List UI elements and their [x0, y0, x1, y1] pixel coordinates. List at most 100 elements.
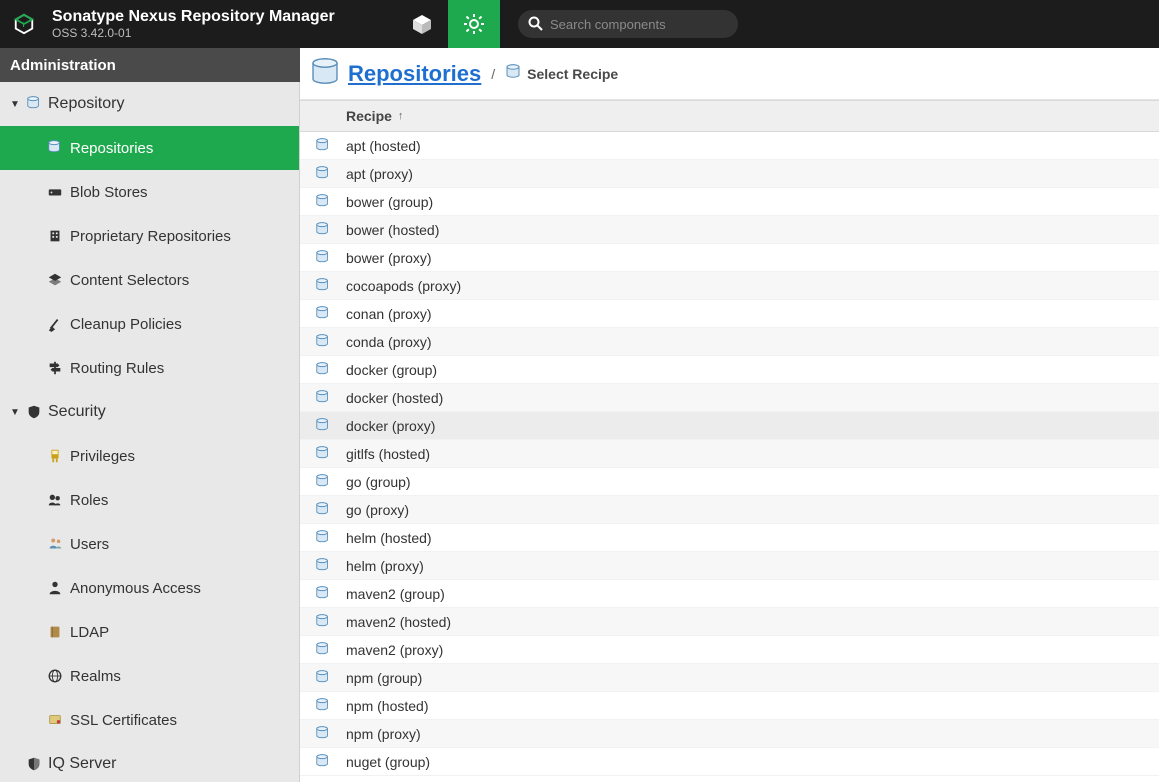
recipe-row[interactable]: gitlfs (hosted): [300, 440, 1159, 468]
browse-mode-button[interactable]: [396, 0, 448, 48]
sidebar-section-iq-server[interactable]: IQ Server: [0, 742, 299, 782]
recipe-row[interactable]: maven2 (group): [300, 580, 1159, 608]
recipe-name: go (group): [346, 474, 411, 490]
search-input[interactable]: [550, 17, 720, 32]
recipe-row[interactable]: docker (hosted): [300, 384, 1159, 412]
recipe-name: npm (proxy): [346, 726, 421, 742]
database-icon: [315, 362, 331, 378]
person-icon: [47, 580, 63, 596]
recipe-row[interactable]: maven2 (proxy): [300, 636, 1159, 664]
sidebar-section-label: Repository: [48, 95, 124, 113]
recipe-row[interactable]: docker (group): [300, 356, 1159, 384]
recipe-row[interactable]: go (proxy): [300, 496, 1159, 524]
recipe-grid: apt (hosted) apt (proxy) bower (group) bowe…: [300, 132, 1159, 782]
sidebar-item-label: Blob Stores: [70, 184, 148, 201]
chevron-down-icon: ▼: [8, 99, 22, 110]
sidebar-item-repositories[interactable]: Repositories: [0, 126, 299, 170]
sidebar-item-label: Realms: [70, 668, 121, 685]
product-title: Sonatype Nexus Repository Manager: [52, 8, 380, 26]
hexagon-logo-icon: [13, 13, 35, 35]
database-icon: [26, 96, 42, 112]
sidebar-item-label: Content Selectors: [70, 272, 189, 289]
sidebar-item-content-selectors[interactable]: Content Selectors: [0, 258, 299, 302]
cube-icon: [411, 13, 433, 35]
sidebar-item-proprietary-repositories[interactable]: Proprietary Repositories: [0, 214, 299, 258]
sidebar-item-blob-stores[interactable]: Blob Stores: [0, 170, 299, 214]
recipe-row[interactable]: npm (hosted): [300, 692, 1159, 720]
chevron-down-icon: ▼: [8, 407, 22, 418]
page-title-link[interactable]: Repositories: [348, 61, 481, 87]
recipe-row[interactable]: maven2 (hosted): [300, 608, 1159, 636]
broom-icon: [47, 316, 63, 332]
sidebar-item-privileges[interactable]: Privileges: [0, 434, 299, 478]
recipe-name: docker (group): [346, 362, 437, 378]
sidebar-item-label: Anonymous Access: [70, 580, 201, 597]
sidebar-section-security[interactable]: ▼Security: [0, 390, 299, 434]
book-icon: [47, 624, 63, 640]
sidebar-item-routing-rules[interactable]: Routing Rules: [0, 346, 299, 390]
recipe-name: go (proxy): [346, 502, 409, 518]
database-icon: [315, 530, 331, 546]
recipe-name: apt (hosted): [346, 138, 421, 154]
sidebar-item-label: Cleanup Policies: [70, 316, 182, 333]
database-icon: [315, 334, 331, 350]
recipe-row[interactable]: bower (hosted): [300, 216, 1159, 244]
recipe-row[interactable]: apt (hosted): [300, 132, 1159, 160]
recipe-name: npm (hosted): [346, 698, 428, 714]
sidebar-section-label: IQ Server: [48, 755, 116, 773]
recipe-row[interactable]: npm (proxy): [300, 720, 1159, 748]
sidebar-item-ssl-certificates[interactable]: SSL Certificates: [0, 698, 299, 742]
database-icon: [315, 558, 331, 574]
admin-mode-button[interactable]: [448, 0, 500, 48]
database-icon: [315, 138, 331, 154]
column-header-recipe[interactable]: Recipe ↑: [346, 108, 403, 124]
breadcrumb-label: Select Recipe: [527, 66, 618, 82]
recipe-row[interactable]: apt (proxy): [300, 160, 1159, 188]
sidebar-item-cleanup-policies[interactable]: Cleanup Policies: [0, 302, 299, 346]
database-icon: [315, 586, 331, 602]
recipe-name: bower (proxy): [346, 250, 432, 266]
recipe-name: bower (hosted): [346, 222, 439, 238]
recipe-row[interactable]: conan (proxy): [300, 300, 1159, 328]
database-icon: [315, 390, 331, 406]
recipe-name: helm (proxy): [346, 558, 424, 574]
sidebar-item-realms[interactable]: Realms: [0, 654, 299, 698]
gear-icon: [463, 13, 485, 35]
database-icon: [310, 57, 340, 90]
users-icon: [47, 492, 63, 508]
recipe-name: nuget (group): [346, 754, 430, 770]
recipe-name: docker (hosted): [346, 390, 443, 406]
product-version: OSS 3.42.0-01: [52, 26, 380, 40]
database-icon: [315, 698, 331, 714]
hdd-icon: [47, 184, 63, 200]
breadcrumb-current: Select Recipe: [505, 64, 618, 83]
user-icon: [47, 536, 63, 552]
sidebar-section-repository[interactable]: ▼ Repository: [0, 82, 299, 126]
sidebar-item-ldap[interactable]: LDAP: [0, 610, 299, 654]
recipe-row[interactable]: nuget (group): [300, 748, 1159, 776]
database-icon: [315, 166, 331, 182]
recipe-name: npm (group): [346, 670, 422, 686]
recipe-row[interactable]: bower (proxy): [300, 244, 1159, 272]
recipe-name: bower (group): [346, 194, 433, 210]
recipe-row[interactable]: bower (group): [300, 188, 1159, 216]
recipe-row[interactable]: npm (group): [300, 664, 1159, 692]
recipe-row[interactable]: cocoapods (proxy): [300, 272, 1159, 300]
certificate-icon: [47, 712, 63, 728]
recipe-row[interactable]: helm (hosted): [300, 524, 1159, 552]
search-box[interactable]: [518, 10, 738, 38]
recipe-row[interactable]: helm (proxy): [300, 552, 1159, 580]
recipe-name: apt (proxy): [346, 166, 413, 182]
sidebar-item-roles[interactable]: Roles: [0, 478, 299, 522]
layers-icon: [47, 272, 63, 288]
sidebar-item-users[interactable]: Users: [0, 522, 299, 566]
database-icon: [315, 278, 331, 294]
database-icon: [315, 642, 331, 658]
recipe-row[interactable]: go (group): [300, 468, 1159, 496]
database-icon: [315, 502, 331, 518]
database-icon: [315, 306, 331, 322]
recipe-row[interactable]: docker (proxy): [300, 412, 1159, 440]
recipe-row[interactable]: conda (proxy): [300, 328, 1159, 356]
sidebar-item-anonymous-access[interactable]: Anonymous Access: [0, 566, 299, 610]
sidebar-item-label: Users: [70, 536, 109, 553]
